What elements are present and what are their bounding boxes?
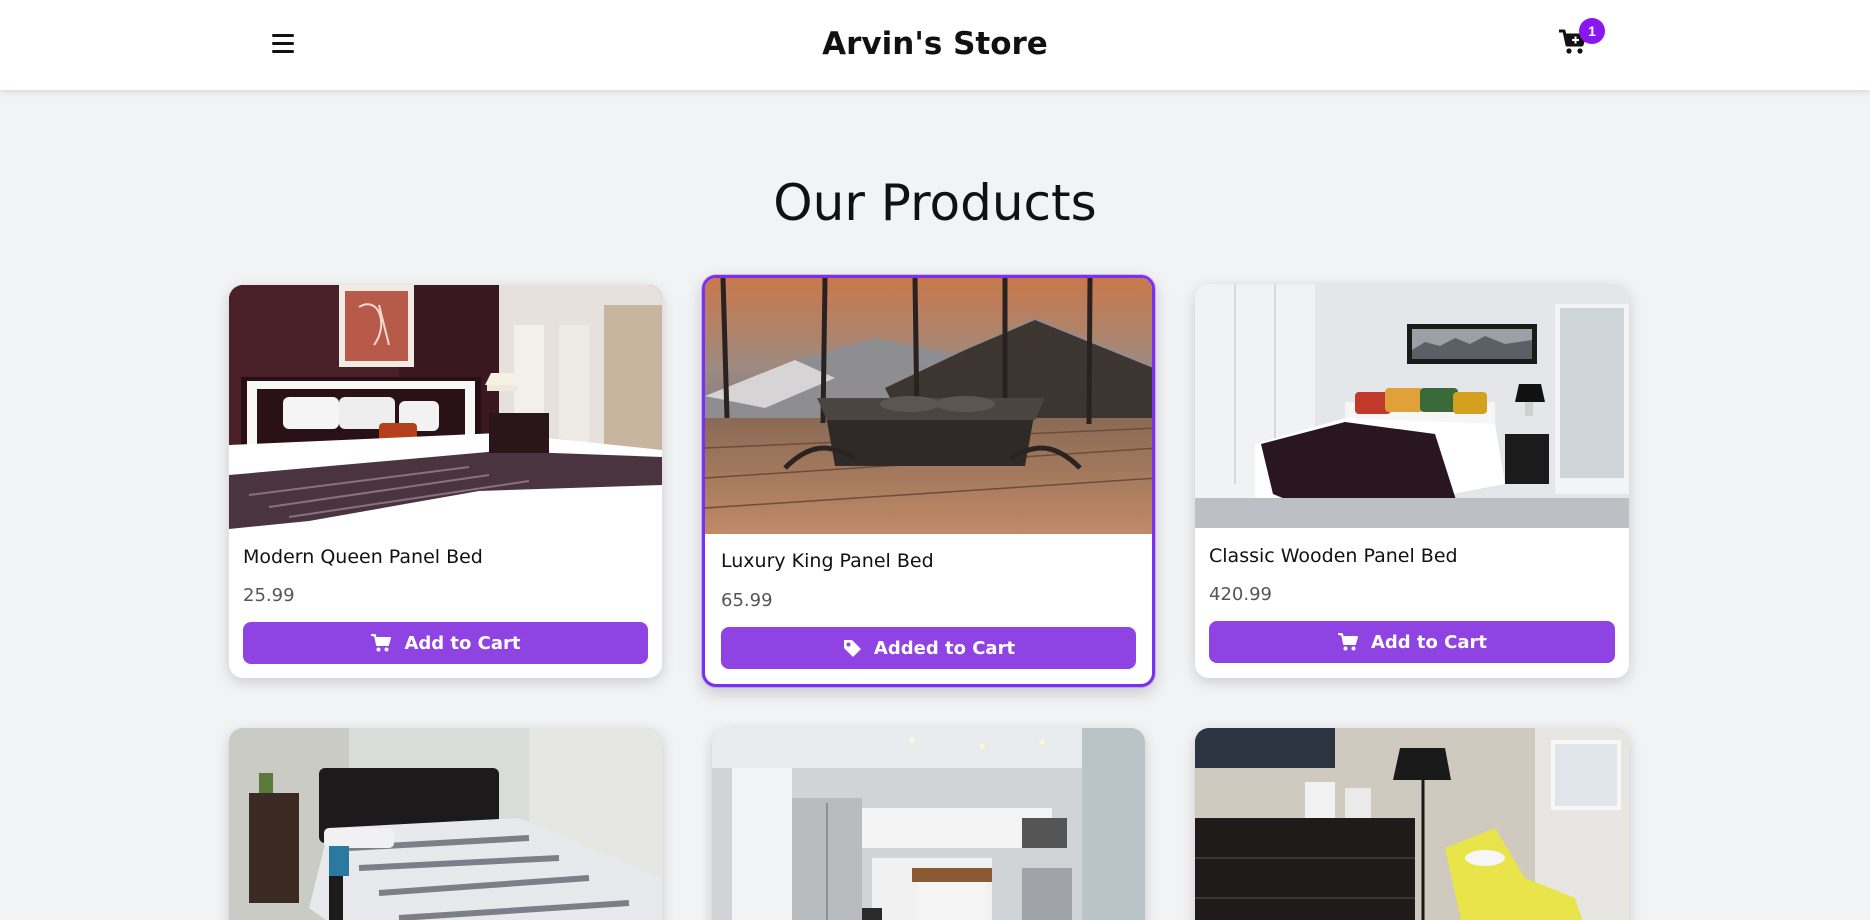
product-price: 65.99 — [721, 590, 773, 611]
top-navbar: Arvin's Store 1 — [0, 0, 1870, 90]
product-name: Luxury King Panel Bed — [721, 550, 934, 572]
product-image-dresser[interactable] — [1195, 728, 1629, 920]
add-to-cart-button[interactable]: Add to Cart — [1209, 621, 1615, 663]
add-to-cart-label: Add to Cart — [1370, 631, 1488, 653]
cart-icon — [371, 634, 392, 652]
add-to-cart-label: Add to Cart — [404, 632, 521, 654]
product-card — [229, 728, 662, 920]
page-title: Our Products — [773, 174, 1097, 232]
menu-hamburger-icon[interactable] — [272, 34, 296, 56]
product-price: 25.99 — [243, 585, 295, 606]
product-name: Classic Wooden Panel Bed — [1209, 545, 1458, 567]
add-to-cart-button[interactable]: Add to Cart — [243, 622, 648, 664]
product-name: Modern Queen Panel Bed — [243, 546, 483, 568]
added-to-cart-label: Added to Cart — [873, 637, 1016, 659]
product-card-selected: Luxury King Panel Bed 65.99 Added to Car… — [702, 275, 1155, 687]
product-image-queen-bed[interactable] — [229, 285, 662, 529]
product-price: 420.99 — [1209, 584, 1272, 605]
tag-icon — [843, 640, 861, 657]
product-card — [1195, 728, 1629, 920]
product-card: Classic Wooden Panel Bed 420.99 Add to C… — [1195, 284, 1629, 678]
product-image-king-bed[interactable] — [705, 278, 1152, 534]
added-to-cart-button[interactable]: Added to Cart — [721, 627, 1136, 669]
product-image-classic-bed[interactable] — [1195, 284, 1629, 528]
product-image-bed-grey[interactable] — [229, 728, 662, 920]
product-card — [712, 728, 1145, 920]
product-image-kitchen[interactable] — [712, 728, 1145, 920]
product-card: Modern Queen Panel Bed 25.99 Add to Cart — [229, 285, 662, 678]
cart-icon — [1337, 633, 1358, 651]
cart-count-badge: 1 — [1579, 18, 1605, 44]
